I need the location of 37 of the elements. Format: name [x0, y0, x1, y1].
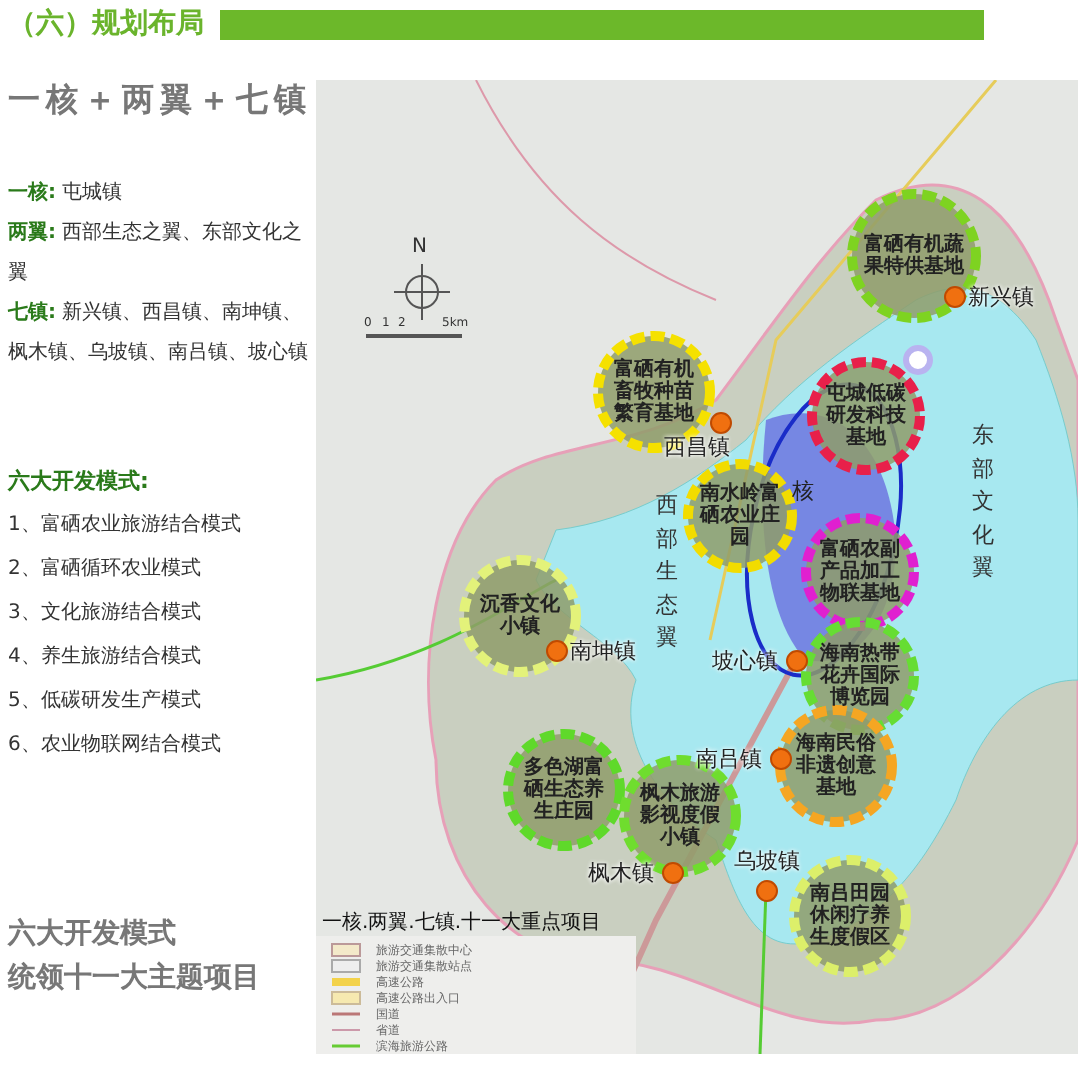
project-label: 富硒有机畜牧种苗繁育基地	[612, 359, 696, 425]
core-marker-icon	[903, 345, 933, 375]
wing-label: 西部生态翼	[656, 490, 678, 654]
modes-title: 六大开发模式:	[8, 466, 151, 496]
project-label: 沉香文化小镇	[478, 594, 562, 638]
mode-item: 5、低碳研发生产模式	[8, 687, 203, 716]
project-label: 富硒农副产品加工物联基地	[817, 539, 902, 605]
compass-label: N	[412, 236, 427, 258]
structure-item: 一核: 屯城镇	[8, 179, 125, 208]
mode-item: 4、养生旅游结合模式	[8, 643, 203, 672]
mode-item: 6、农业物联网结合模式	[8, 731, 223, 760]
project-label: 枫木旅游影视度假小镇	[637, 783, 722, 849]
core-label: 核	[792, 476, 814, 506]
town-label: 乌坡镇	[734, 846, 800, 876]
project-label: 多色湖富硒生态养生庄园	[521, 757, 606, 823]
town-label: 新兴镇	[968, 282, 1034, 312]
town-label: 南坤镇	[570, 636, 636, 666]
mode-item: 1、富硒农业旅游结合模式	[8, 511, 243, 540]
project-label: 南吕田园休闲疗养生度假区	[807, 883, 892, 949]
structure-title: 一核＋两翼＋七镇	[8, 80, 308, 122]
structure-item: 七镇: 新兴镇、西昌镇、南坤镇、枫木镇、乌坡镇、南吕镇、坡心镇	[8, 299, 308, 368]
project-label: 富硒有机蔬果特供基地	[862, 234, 966, 278]
compass-icon	[393, 263, 451, 321]
scale-bar	[366, 334, 462, 338]
town-label: 枫木镇	[588, 858, 654, 888]
project-label: 屯城低碳研发科技基地	[824, 383, 908, 449]
slogan-line: 六大开发模式	[8, 916, 178, 954]
structure-item: 两翼: 西部生态之翼、东部文化之翼	[8, 219, 305, 288]
section-title: （六）规划布局	[8, 6, 204, 42]
project-label: 海南热带花卉国际博览园	[818, 643, 902, 709]
mode-item: 3、文化旅游结合模式	[8, 599, 203, 628]
mode-item: 2、富硒循环农业模式	[8, 555, 203, 584]
project-label: 南水岭富硒农业庄园	[698, 483, 782, 549]
slogan-line: 统领十一大主题项目	[8, 959, 262, 998]
project-label: 海南民俗非遗创意基地	[794, 733, 878, 799]
legend-title: 一核.两翼.七镇.十一大重点项目	[320, 909, 604, 936]
wing-label: 东部文化翼	[972, 420, 994, 584]
